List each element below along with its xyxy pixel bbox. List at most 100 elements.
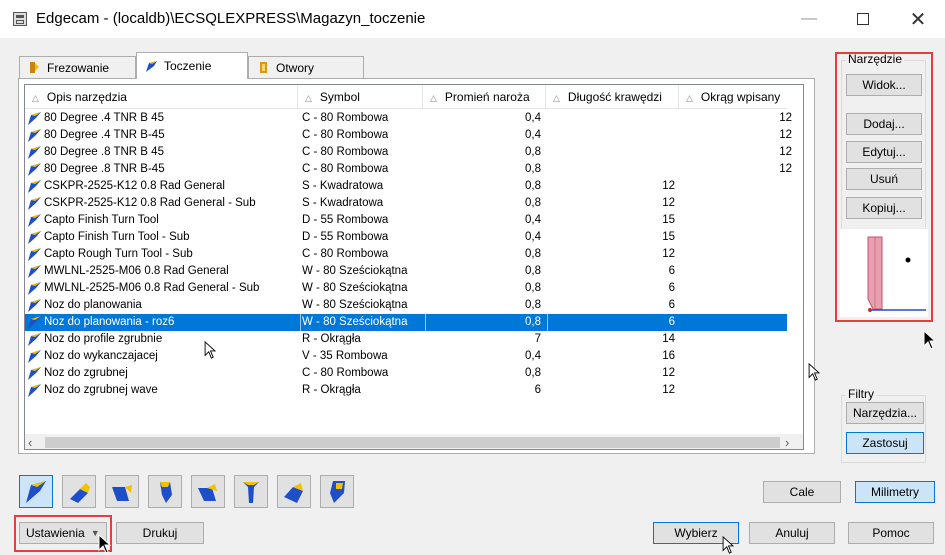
turning-tool-icon xyxy=(28,282,41,295)
header-label: Symbol xyxy=(319,90,360,104)
tab-frezowanie[interactable]: Frezowanie xyxy=(19,56,136,78)
tool-type-drill-button[interactable] xyxy=(234,475,268,508)
table-row[interactable]: Noz do wykanczajacej V - 35 Rombowa 0,4 16 xyxy=(25,348,787,365)
tool-type-bore-groove-button[interactable] xyxy=(191,475,225,508)
table-header: △ Opis narzędzia △ Symbol △ Promień naroża … xyxy=(25,85,787,109)
cell-dlugosc: 6 xyxy=(668,299,675,311)
table-row[interactable]: Noz do planowania - roz6 W - 80 Sześcioką… xyxy=(25,314,787,331)
table-row[interactable]: Noz do profile zgrubnie R - Okrągła 7 14 xyxy=(25,331,787,348)
table-row[interactable]: MWLNL-2525-M06 0.8 Rad General - Sub W - … xyxy=(25,280,787,297)
turn-groove-icon xyxy=(112,484,132,501)
cell-promien: 0,4 xyxy=(525,129,541,141)
cell-promien: 0,8 xyxy=(525,265,541,277)
minimize-button[interactable]: — xyxy=(786,0,832,38)
cell-opis: Noz do zgrubnej wave xyxy=(27,382,297,399)
table-row[interactable]: Noz do zgrubnej wave R - Okrągła 6 12 xyxy=(25,382,787,399)
table-row[interactable]: 80 Degree .4 TNR B 45 C - 80 Rombowa 0,4 12 xyxy=(25,110,792,127)
cell-okrag xyxy=(680,314,794,331)
column-header-okrag[interactable]: △ Okrąg wpisany xyxy=(679,85,803,109)
cell-symbol: W - 80 Sześciokątna xyxy=(302,299,408,311)
cell-okrag xyxy=(680,280,794,297)
turning-tool-icon xyxy=(28,163,41,176)
cell-okrag xyxy=(680,382,794,399)
cell-opis: Noz do profile zgrubnie xyxy=(27,331,297,348)
cell-dlugosc xyxy=(547,161,677,178)
table-row[interactable]: CSKPR-2525-K12 0.8 Rad General - Sub S - … xyxy=(25,195,787,212)
maximize-button[interactable] xyxy=(840,0,886,38)
pomoc-button[interactable]: Pomoc xyxy=(848,522,934,544)
turn-custom-icon xyxy=(330,480,345,503)
cell-promien: 0,8 xyxy=(525,197,541,209)
cell-promien: 0,8 xyxy=(525,299,541,311)
cell-symbol: W - 80 Sześciokątna xyxy=(302,265,408,277)
table-row[interactable]: Noz do planowania W - 80 Sześciokątna 0,8 6 xyxy=(25,297,787,314)
cell-okrag xyxy=(680,178,794,195)
anuluj-button[interactable]: Anuluj xyxy=(749,522,835,544)
sort-up-icon: △ xyxy=(32,93,39,103)
tab-toczenie[interactable]: Toczenie xyxy=(136,52,248,79)
tools-table[interactable]: △ Opis narzędzia △ Symbol △ Promień naroża … xyxy=(24,84,804,450)
cell-symbol: V - 35 Rombowa xyxy=(302,350,388,362)
cell-dlugosc: 16 xyxy=(662,350,675,362)
table-row[interactable]: 80 Degree .4 TNR B-45 C - 80 Rombowa 0,4 12 xyxy=(25,127,792,144)
cell-dlugosc: 12 xyxy=(662,248,675,260)
cale-button[interactable]: Cale xyxy=(763,481,841,503)
cell-okrag: 12 xyxy=(779,112,792,124)
cell-symbol: D - 55 Rombowa xyxy=(302,231,389,243)
cell-text: CSKPR-2525-K12 0.8 Rad General - Sub xyxy=(44,197,256,209)
cell-text: 80 Degree .4 TNR B-45 xyxy=(44,129,165,141)
cell-promien: 0,8 xyxy=(525,367,541,379)
window-title: Edgecam - (localdb)\ECSQLEXPRESS\Magazyn… xyxy=(36,10,426,27)
column-header-symbol[interactable]: △ Symbol xyxy=(298,85,423,109)
column-header-promien[interactable]: △ Promień naroża xyxy=(423,85,546,109)
tab-otwory[interactable]: Otwory xyxy=(248,56,364,78)
sort-up-icon: △ xyxy=(553,93,560,103)
table-row[interactable]: CSKPR-2525-K12 0.8 Rad General S - Kwadra… xyxy=(25,178,787,195)
milimetry-button[interactable]: Milimetry xyxy=(855,481,935,503)
cell-symbol: C - 80 Rombowa xyxy=(302,146,389,158)
highlight-box-narzedzie xyxy=(835,52,933,322)
narzedzia-filter-button[interactable]: Narzędzia... xyxy=(846,402,924,424)
column-header-dlugosc[interactable]: △ Długość krawędzi xyxy=(546,85,679,109)
cell-text: Noz do zgrubnej xyxy=(44,367,128,379)
turning-tool-icon xyxy=(28,129,41,142)
column-header-opis[interactable]: △ Opis narzędzia xyxy=(25,85,298,109)
cell-symbol: R - Okrągła xyxy=(302,384,361,396)
tool-type-thread-button[interactable] xyxy=(62,475,96,508)
header-label: Okrąg wpisany xyxy=(700,90,781,104)
cell-text: 80 Degree .8 TNR B 45 xyxy=(44,146,164,158)
cell-dlugosc xyxy=(547,110,677,127)
table-row[interactable]: Capto Finish Turn Tool D - 55 Rombowa 0,4 1… xyxy=(25,212,787,229)
cell-opis: 80 Degree .4 TNR B 45 xyxy=(27,110,297,127)
cell-okrag xyxy=(680,297,794,314)
horizontal-scroll-thumb[interactable] xyxy=(45,437,780,448)
turn-drill-icon xyxy=(243,481,259,503)
close-button[interactable]: ✕ xyxy=(895,0,941,38)
tool-type-general-button[interactable] xyxy=(19,475,53,508)
scroll-left-icon[interactable]: ‹ xyxy=(28,434,45,449)
tool-type-form-button[interactable] xyxy=(277,475,311,508)
cell-promien: 0,4 xyxy=(525,231,541,243)
tool-type-groove-button[interactable] xyxy=(105,475,139,508)
scroll-right-icon[interactable]: › xyxy=(785,434,802,449)
cell-symbol: C - 80 Rombowa xyxy=(302,129,389,141)
cell-opis: CSKPR-2525-K12 0.8 Rad General xyxy=(27,178,297,195)
cell-okrag xyxy=(680,348,794,365)
cell-text: CSKPR-2525-K12 0.8 Rad General xyxy=(44,180,225,192)
table-row[interactable]: MWLNL-2525-M06 0.8 Rad General W - 80 Sze… xyxy=(25,263,787,280)
table-row[interactable]: Capto Rough Turn Tool - Sub C - 80 Rombow… xyxy=(25,246,787,263)
drukuj-button[interactable]: Drukuj xyxy=(116,522,204,544)
table-row[interactable]: 80 Degree .8 TNR B-45 C - 80 Rombowa 0,8 12 xyxy=(25,161,792,178)
table-row[interactable]: 80 Degree .8 TNR B 45 C - 80 Rombowa 0,8 12 xyxy=(25,144,792,161)
cell-text: Noz do profile zgrubnie xyxy=(44,333,163,345)
zastosuj-button[interactable]: Zastosuj xyxy=(846,432,924,454)
cell-okrag xyxy=(680,263,794,280)
cell-okrag xyxy=(680,331,794,348)
tool-type-parting-button[interactable] xyxy=(148,475,182,508)
table-row[interactable]: Capto Finish Turn Tool - Sub D - 55 Rombo… xyxy=(25,229,787,246)
tool-type-custom-button[interactable] xyxy=(320,475,354,508)
sort-up-icon: △ xyxy=(305,93,312,103)
cell-dlugosc: 15 xyxy=(662,214,675,226)
horizontal-scrollbar[interactable]: ‹ › xyxy=(25,434,803,449)
table-row[interactable]: Noz do zgrubnej C - 80 Rombowa 0,8 12 xyxy=(25,365,787,382)
